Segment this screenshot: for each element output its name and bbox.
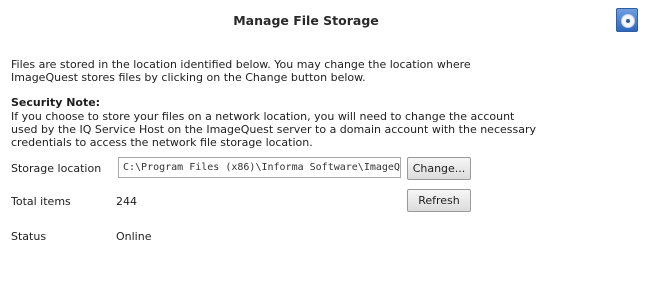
change-button[interactable]: Change... bbox=[407, 157, 471, 180]
storage-location-field[interactable]: C:\Program Files (x86)\Informa Software\… bbox=[118, 157, 401, 178]
intro-text: Files are stored in the location identif… bbox=[11, 58, 611, 84]
status-label: Status bbox=[11, 230, 47, 243]
page-title: Manage File Storage bbox=[233, 13, 379, 28]
security-note-line-3: credentials to access the network file s… bbox=[11, 136, 313, 149]
disk-storage-icon bbox=[616, 8, 638, 32]
security-note-text: If you choose to store your files on a n… bbox=[11, 110, 611, 149]
status-value: Online bbox=[116, 230, 152, 243]
security-note-line-2: used by the IQ Service Host on the Image… bbox=[11, 123, 536, 136]
total-items-value: 244 bbox=[116, 195, 137, 208]
disk-hub bbox=[626, 19, 630, 23]
total-items-label: Total items bbox=[11, 195, 71, 208]
disk-platter bbox=[621, 14, 635, 28]
security-note-line-1: If you choose to store your files on a n… bbox=[11, 110, 515, 123]
security-note-heading: Security Note: bbox=[11, 96, 101, 109]
storage-location-label: Storage location bbox=[11, 162, 102, 175]
refresh-button[interactable]: Refresh bbox=[407, 189, 471, 212]
intro-line-2: ImageQuest stores files by clicking on t… bbox=[11, 71, 366, 84]
intro-line-1: Files are stored in the location identif… bbox=[11, 58, 471, 71]
